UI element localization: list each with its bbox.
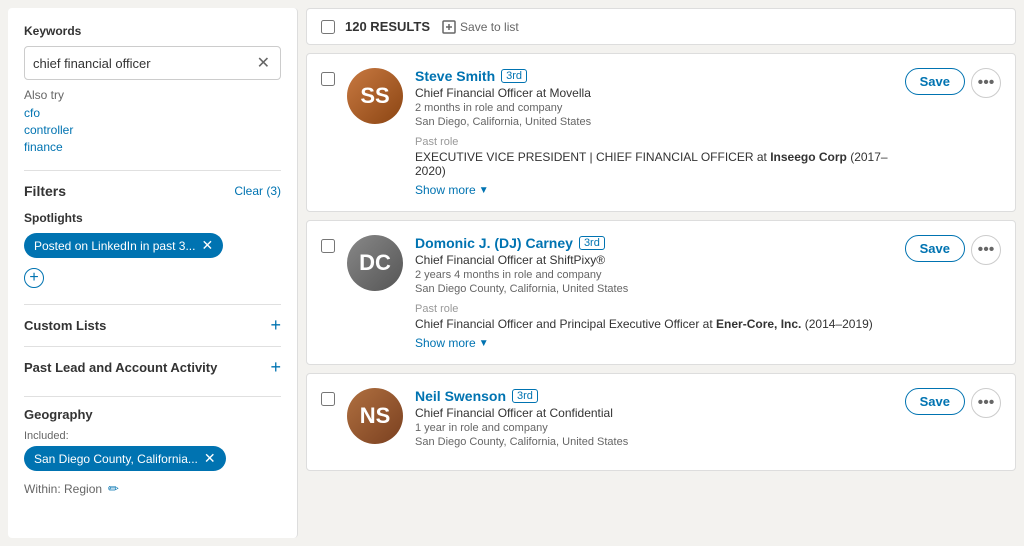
- main-content: 120 RESULTS Save to list SS Steve Smith …: [298, 0, 1024, 546]
- name-line: Neil Swenson 3rd: [415, 388, 893, 404]
- custom-lists-header[interactable]: Custom Lists +: [24, 315, 281, 336]
- result-card: DC Domonic J. (DJ) Carney 3rd Chief Fina…: [306, 220, 1016, 365]
- keyword-input[interactable]: [33, 56, 255, 71]
- save-button-2[interactable]: Save: [905, 235, 965, 262]
- chevron-down-icon: ▼: [479, 185, 489, 196]
- past-role-text-2: Chief Financial Officer and Principal Ex…: [415, 317, 893, 331]
- save-button-3[interactable]: Save: [905, 388, 965, 415]
- select-all-checkbox[interactable]: [321, 20, 335, 34]
- show-more-button-2[interactable]: Show more ▼: [415, 336, 489, 350]
- geo-tag-remove[interactable]: ✕: [204, 450, 216, 467]
- past-activity-expand-icon[interactable]: +: [270, 357, 281, 378]
- card-actions-2: Save •••: [905, 235, 1001, 265]
- card-actions-1: Save •••: [905, 68, 1001, 98]
- degree-badge-1: 3rd: [501, 69, 527, 83]
- spotlights-section: Spotlights Posted on LinkedIn in past 3.…: [24, 211, 281, 288]
- edit-region-icon[interactable]: ✏: [108, 481, 119, 497]
- geo-tag-label: San Diego County, California...: [34, 452, 198, 466]
- person-name-2[interactable]: Domonic J. (DJ) Carney: [415, 235, 573, 251]
- duration-1: 2 months in role and company: [415, 102, 893, 114]
- keyword-input-wrapper: ✕: [24, 46, 281, 80]
- avatar: NS: [347, 388, 403, 444]
- location-1: San Diego, California, United States: [415, 116, 893, 128]
- custom-lists-expand-icon[interactable]: +: [270, 315, 281, 336]
- person-name-1[interactable]: Steve Smith: [415, 68, 495, 84]
- card-actions-3: Save •••: [905, 388, 1001, 418]
- card-inner: NS Neil Swenson 3rd Chief Financial Offi…: [321, 388, 1001, 456]
- name-line: Steve Smith 3rd: [415, 68, 893, 84]
- clear-filters-link[interactable]: Clear (3): [234, 184, 281, 198]
- also-try-label: Also try: [24, 88, 281, 102]
- result-card: SS Steve Smith 3rd Chief Financial Offic…: [306, 53, 1016, 212]
- avatar: DC: [347, 235, 403, 291]
- card-content-1: Steve Smith 3rd Chief Financial Officer …: [415, 68, 893, 197]
- custom-lists-section: Custom Lists +: [24, 304, 281, 346]
- also-try-cfo[interactable]: cfo: [24, 106, 281, 120]
- card-checkbox-1[interactable]: [321, 72, 335, 86]
- name-line: Domonic J. (DJ) Carney 3rd: [415, 235, 893, 251]
- degree-badge-3: 3rd: [512, 389, 538, 403]
- filters-header: Filters Clear (3): [24, 183, 281, 199]
- job-title-1: Chief Financial Officer at Movella: [415, 86, 893, 100]
- more-options-button-1[interactable]: •••: [971, 68, 1001, 98]
- job-title-2: Chief Financial Officer at ShiftPixy®: [415, 253, 893, 267]
- duration-2: 2 years 4 months in role and company: [415, 269, 893, 281]
- within-region: Within: Region ✏: [24, 481, 281, 497]
- past-role-label-2: Past role: [415, 303, 893, 315]
- results-count: 120 RESULTS: [345, 19, 430, 34]
- avatar: SS: [347, 68, 403, 124]
- card-content-2: Domonic J. (DJ) Carney 3rd Chief Financi…: [415, 235, 893, 350]
- spotlight-tag[interactable]: Posted on LinkedIn in past 3... ✕: [24, 233, 223, 258]
- save-list-icon: [442, 20, 456, 34]
- card-checkbox-3[interactable]: [321, 392, 335, 406]
- person-name-3[interactable]: Neil Swenson: [415, 388, 506, 404]
- filters-title: Filters: [24, 183, 66, 199]
- geography-section: Geography Included: San Diego County, Ca…: [24, 396, 281, 507]
- past-role-text-1: EXECUTIVE VICE PRESIDENT | CHIEF FINANCI…: [415, 150, 893, 178]
- result-cards-list: SS Steve Smith 3rd Chief Financial Offic…: [306, 53, 1016, 471]
- show-more-button-1[interactable]: Show more ▼: [415, 183, 489, 197]
- geography-header[interactable]: Geography: [24, 407, 281, 422]
- more-options-button-2[interactable]: •••: [971, 235, 1001, 265]
- geo-tag[interactable]: San Diego County, California... ✕: [24, 446, 226, 471]
- spotlights-label: Spotlights: [24, 211, 281, 225]
- save-to-list-button[interactable]: Save to list: [442, 20, 519, 34]
- geography-title: Geography: [24, 407, 93, 422]
- past-activity-header[interactable]: Past Lead and Account Activity +: [24, 357, 281, 378]
- job-title-3: Chief Financial Officer at Confidential: [415, 406, 893, 420]
- add-spotlight-button[interactable]: +: [24, 268, 44, 288]
- spotlight-tag-remove[interactable]: ✕: [201, 237, 213, 254]
- results-header: 120 RESULTS Save to list: [306, 8, 1016, 45]
- location-3: San Diego County, California, United Sta…: [415, 436, 893, 448]
- card-content-3: Neil Swenson 3rd Chief Financial Officer…: [415, 388, 893, 456]
- sidebar-divider: [24, 170, 281, 171]
- also-try-finance[interactable]: finance: [24, 140, 281, 154]
- result-card: NS Neil Swenson 3rd Chief Financial Offi…: [306, 373, 1016, 471]
- degree-badge-2: 3rd: [579, 236, 605, 250]
- card-inner: DC Domonic J. (DJ) Carney 3rd Chief Fina…: [321, 235, 1001, 350]
- duration-3: 1 year in role and company: [415, 422, 893, 434]
- clear-keyword-button[interactable]: ✕: [255, 53, 272, 73]
- keywords-section: Keywords ✕ Also try cfo controller finan…: [24, 24, 281, 154]
- location-2: San Diego County, California, United Sta…: [415, 283, 893, 295]
- chevron-down-icon: ▼: [479, 338, 489, 349]
- included-label: Included:: [24, 430, 281, 442]
- past-activity-section: Past Lead and Account Activity +: [24, 346, 281, 388]
- also-try-controller[interactable]: controller: [24, 123, 281, 137]
- keywords-label: Keywords: [24, 24, 281, 38]
- past-activity-title: Past Lead and Account Activity: [24, 360, 217, 375]
- past-role-label-1: Past role: [415, 136, 893, 148]
- save-button-1[interactable]: Save: [905, 68, 965, 95]
- custom-lists-title: Custom Lists: [24, 318, 106, 333]
- more-options-button-3[interactable]: •••: [971, 388, 1001, 418]
- sidebar: Keywords ✕ Also try cfo controller finan…: [8, 8, 298, 538]
- card-inner: SS Steve Smith 3rd Chief Financial Offic…: [321, 68, 1001, 197]
- card-checkbox-2[interactable]: [321, 239, 335, 253]
- spotlight-tag-label: Posted on LinkedIn in past 3...: [34, 239, 195, 253]
- within-label: Within: Region: [24, 482, 102, 496]
